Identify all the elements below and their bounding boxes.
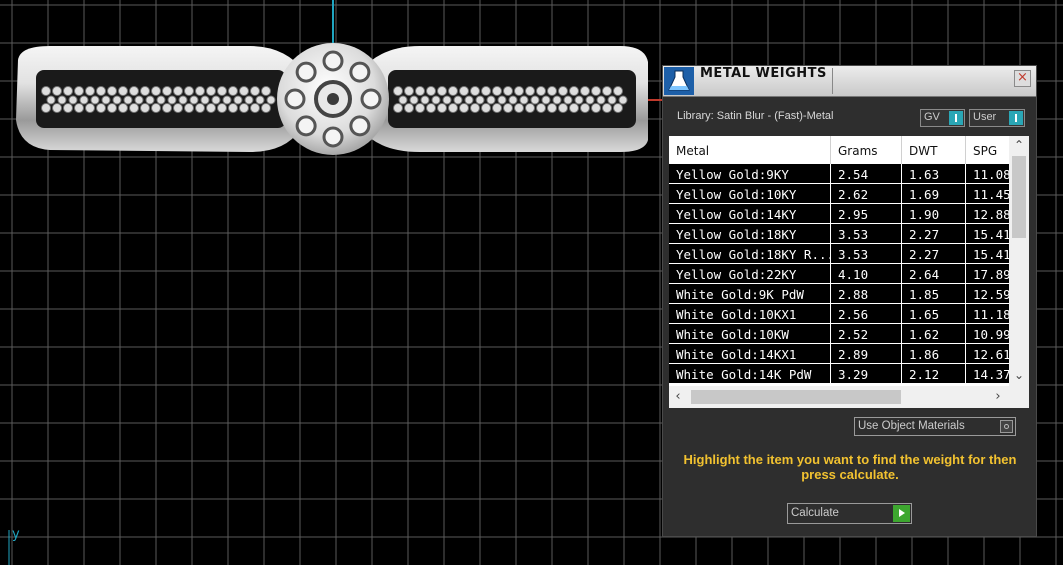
cell-grams: 2.56 <box>831 304 902 323</box>
cell-metal: Yellow Gold:9KY <box>669 164 831 183</box>
instruction-text: Highlight the item you want to find the … <box>683 452 1017 482</box>
gv-toggle-label: GV <box>924 111 940 123</box>
column-header-dwt[interactable]: DWT <box>902 136 966 164</box>
cell-grams: 3.53 <box>831 244 902 263</box>
calculate-label: Calculate <box>791 507 839 519</box>
cell-spg: 12.88 <box>966 204 1009 223</box>
cell-metal: Yellow Gold:18KY <box>669 224 831 243</box>
use-object-materials-label: Use Object Materials <box>858 420 965 432</box>
axis-label-y: y <box>12 527 20 542</box>
ring-model[interactable] <box>16 43 648 155</box>
calculate-button[interactable]: Calculate <box>787 503 912 524</box>
gv-toggle[interactable]: GV <box>920 109 965 127</box>
ring-center-pin <box>327 93 339 105</box>
cell-dwt: 1.62 <box>902 324 966 343</box>
cell-spg: 12.61 <box>966 344 1009 363</box>
column-header-grams[interactable]: Grams <box>831 136 902 164</box>
user-toggle-icon <box>1009 111 1023 125</box>
cell-metal: White Gold:10KX1 <box>669 304 831 323</box>
column-header-spg[interactable]: SPG <box>966 136 1009 164</box>
flask-logo-icon <box>664 67 694 95</box>
panel-title: METAL WEIGHTS <box>700 66 827 81</box>
cell-dwt: 1.65 <box>902 304 966 323</box>
table-row[interactable]: Yellow Gold:9KY 2.54 1.63 11.08 <box>669 164 1009 184</box>
user-toggle-label: User <box>973 111 997 123</box>
cell-dwt: 2.27 <box>902 244 966 263</box>
table-row[interactable]: Yellow Gold:18KY R... 3.53 2.27 15.41 <box>669 244 1009 264</box>
cell-dwt: 1.63 <box>902 164 966 183</box>
table-header: Metal Grams DWT SPG <box>669 136 1009 164</box>
cell-spg: 11.18 <box>966 304 1009 323</box>
cell-metal: Yellow Gold:14KY <box>669 204 831 223</box>
cell-metal: White Gold:10KW <box>669 324 831 343</box>
cell-metal: Yellow Gold:22KY <box>669 264 831 283</box>
cell-spg: 14.37 <box>966 364 1009 383</box>
cell-spg: 12.59 <box>966 284 1009 303</box>
title-separator <box>832 68 833 94</box>
cell-grams: 2.89 <box>831 344 902 363</box>
cell-dwt: 2.27 <box>902 224 966 243</box>
cell-grams: 2.88 <box>831 284 902 303</box>
table-row[interactable]: White Gold:9K PdW 2.88 1.85 12.59 <box>669 284 1009 304</box>
scroll-up-icon[interactable]: ⌃ <box>1009 136 1029 154</box>
cell-metal: White Gold:9K PdW <box>669 284 831 303</box>
scroll-left-icon[interactable]: ‹ <box>669 386 687 408</box>
cell-grams: 2.62 <box>831 184 902 203</box>
table-row[interactable]: Yellow Gold:14KY 2.95 1.90 12.88 <box>669 204 1009 224</box>
use-object-materials-toggle[interactable]: Use Object Materials <box>854 417 1016 436</box>
cell-dwt: 2.64 <box>902 264 966 283</box>
cell-spg: 11.45 <box>966 184 1009 203</box>
table-row[interactable]: White Gold:10KW 2.52 1.62 10.99 <box>669 324 1009 344</box>
cell-dwt: 1.86 <box>902 344 966 363</box>
scroll-right-icon[interactable]: › <box>989 386 1007 408</box>
table-row[interactable]: Yellow Gold:22KY 4.10 2.64 17.89 <box>669 264 1009 284</box>
scrollbar-corner <box>1009 386 1029 408</box>
cell-grams: 2.95 <box>831 204 902 223</box>
gv-toggle-icon <box>949 111 963 125</box>
close-button[interactable]: × <box>1014 70 1031 87</box>
metal-weights-panel: METAL WEIGHTS × Library: Satin Blur - (F… <box>662 65 1037 537</box>
cell-grams: 2.54 <box>831 164 902 183</box>
column-header-metal[interactable]: Metal <box>669 136 831 164</box>
cell-grams: 3.29 <box>831 364 902 383</box>
table-row[interactable]: Yellow Gold:10KY 2.62 1.69 11.45 <box>669 184 1009 204</box>
table-row[interactable]: White Gold:10KX1 2.56 1.65 11.18 <box>669 304 1009 324</box>
horizontal-scrollbar[interactable]: ‹ › <box>669 386 1009 408</box>
cell-grams: 4.10 <box>831 264 902 283</box>
table-row[interactable]: White Gold:14K PdW 3.29 2.12 14.37 <box>669 364 1009 384</box>
cell-metal: White Gold:14K PdW <box>669 364 831 383</box>
cell-dwt: 1.69 <box>902 184 966 203</box>
scroll-down-icon[interactable]: ⌄ <box>1009 366 1029 384</box>
vertical-scrollbar[interactable]: ⌃ ⌄ <box>1009 136 1029 386</box>
horizontal-scroll-thumb[interactable] <box>691 390 901 404</box>
user-toggle[interactable]: User <box>969 109 1025 127</box>
cell-dwt: 1.90 <box>902 204 966 223</box>
cell-spg: 17.89 <box>966 264 1009 283</box>
cell-metal: Yellow Gold:10KY <box>669 184 831 203</box>
cell-spg: 11.08 <box>966 164 1009 183</box>
library-label: Library: Satin Blur - (Fast)-Metal <box>677 110 834 122</box>
cell-spg: 15.41 <box>966 224 1009 243</box>
cell-metal: Yellow Gold:18KY R... <box>669 244 831 263</box>
metal-table[interactable]: Metal Grams DWT SPG Yellow Gold:9KY 2.54 1… <box>669 136 1029 408</box>
panel-titlebar[interactable]: METAL WEIGHTS × <box>663 66 1036 97</box>
cell-grams: 2.52 <box>831 324 902 343</box>
cell-grams: 3.53 <box>831 224 902 243</box>
cell-metal: White Gold:14KX1 <box>669 344 831 363</box>
play-arrow-icon <box>893 505 910 522</box>
cell-spg: 15.41 <box>966 244 1009 263</box>
table-row[interactable]: Yellow Gold:18KY 3.53 2.27 15.41 <box>669 224 1009 244</box>
cell-dwt: 1.85 <box>902 284 966 303</box>
cell-dwt: 2.12 <box>902 364 966 383</box>
table-row[interactable]: White Gold:14KX1 2.89 1.86 12.61 <box>669 344 1009 364</box>
table-body: Yellow Gold:9KY 2.54 1.63 11.08 Yellow Gold:… <box>669 164 1009 386</box>
radio-icon <box>1000 420 1013 433</box>
vertical-scroll-thumb[interactable] <box>1012 156 1026 238</box>
cell-spg: 10.99 <box>966 324 1009 343</box>
